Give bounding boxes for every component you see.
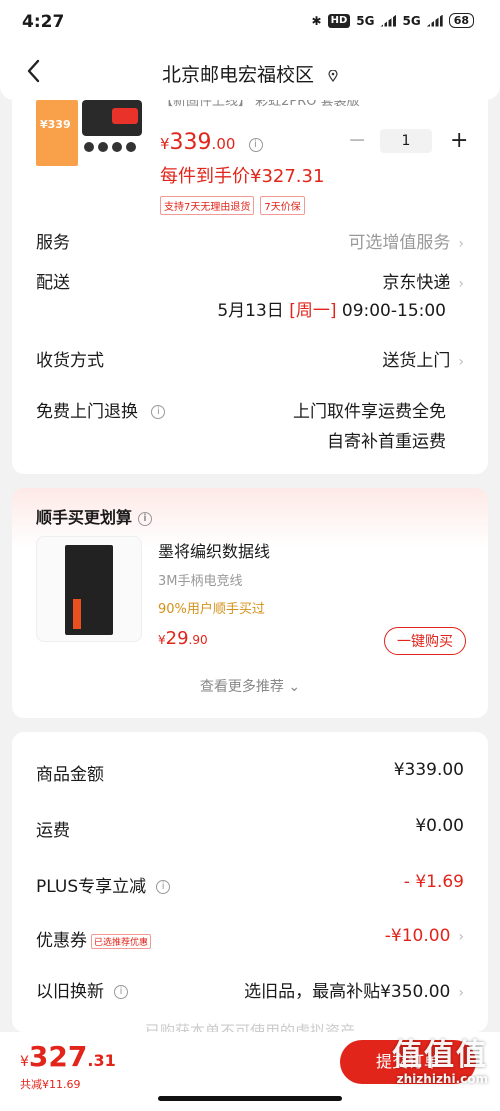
navigation-bar: 北京邮电宏福校区 <box>0 44 500 100</box>
recommend-product-image[interactable] <box>36 536 142 642</box>
image-price-text: ¥339 <box>40 118 71 131</box>
recommend-title: 顺手买更划算 i <box>36 504 153 528</box>
signal-icon <box>380 14 397 27</box>
goods-amount-value: ¥339.00 <box>393 760 464 780</box>
delivery-day: 5月13日 <box>217 301 284 321</box>
service-value: 可选增值服务 <box>348 233 451 253</box>
location-pin-icon <box>328 69 338 82</box>
coupon-value: -¥10.00 <box>384 926 451 946</box>
bluetooth-icon: ✱ <box>311 13 322 28</box>
recommend-percent: 90%用户顺手买过 <box>158 602 265 617</box>
delivery-time: 09:00-15:00 <box>341 301 446 321</box>
chevron-right-icon: › <box>458 985 464 1001</box>
service-label: 服务 <box>36 233 70 253</box>
receive-label: 收货方式 <box>36 351 104 371</box>
chevron-right-icon: › <box>458 276 464 292</box>
service-tags: 支持7天无理由退货 7天价保 <box>160 196 305 215</box>
one-click-buy-button[interactable]: 一键购买 <box>384 627 466 655</box>
status-bar: 4:27 ✱ HD 5G 5G 68 <box>0 0 500 44</box>
quantity-input[interactable]: 1 <box>380 128 432 153</box>
price-info-icon[interactable]: i <box>248 137 263 152</box>
address-title-text: 北京邮电宏福校区 <box>161 64 314 86</box>
tag-price-protect: 7天价保 <box>260 196 305 215</box>
plus-discount-label: PLUS专享立减 <box>36 877 147 897</box>
coupon-tag: 已选推荐优惠 <box>91 933 152 949</box>
recommend-card: 顺手买更划算 i 墨将编织数据线 3M手柄电竞线 90%用户顺手买过 ¥29.90… <box>12 488 488 718</box>
delivery-weekday: [周一] <box>289 301 337 321</box>
trade-in-label: 以旧换新 <box>36 982 104 1002</box>
address-title[interactable]: 北京邮电宏福校区 <box>0 60 500 87</box>
watermark-logo-text: 值值值 <box>392 1038 488 1073</box>
status-icons: ✱ HD 5G 5G 68 <box>312 13 474 28</box>
return-label: 免费上门退换 <box>36 402 138 422</box>
chevron-right-icon: › <box>458 929 464 945</box>
accessory-images <box>84 142 140 154</box>
signal-icon-2 <box>426 14 443 27</box>
status-time: 4:27 <box>22 12 65 32</box>
watermark-url: zhizhizhi.com <box>396 1072 488 1086</box>
product-promo-image: ¥339 <box>36 100 78 166</box>
product-title[interactable]: 【新固件上线】 彩虹2PRO 套装版 <box>160 100 360 109</box>
network-5g-label: 5G <box>356 13 375 28</box>
recommend-sub: 3M手柄电竞线 <box>158 574 243 589</box>
product-price: ¥339.00 i <box>160 130 263 155</box>
plus-discount-label-wrap: PLUS专享立减 i <box>36 872 171 897</box>
total-price: ¥327.31 <box>20 1040 116 1073</box>
final-price: 每件到手价¥327.31 <box>160 166 325 187</box>
gamepad-image <box>82 100 142 136</box>
shipping-value: ¥0.00 <box>415 816 464 836</box>
increase-button[interactable]: + <box>450 128 468 153</box>
receive-row[interactable]: 送货上门 › <box>382 346 464 371</box>
chevron-right-icon: › <box>458 354 464 370</box>
tag-7day-return: 支持7天无理由退货 <box>160 196 255 215</box>
plus-info-icon[interactable]: i <box>156 880 171 894</box>
recommend-price: ¥29.90 <box>158 628 208 649</box>
return-value-1: 上门取件享运费全免 <box>293 402 446 422</box>
chevron-down-icon: ⌄ <box>288 679 301 695</box>
chevron-right-icon: › <box>458 236 464 252</box>
hd-badge: HD <box>327 13 351 28</box>
price-integer: 339 <box>169 130 212 155</box>
return-value-2: 自寄补首重运费 <box>327 432 446 452</box>
battery-icon: 68 <box>448 13 474 28</box>
trade-in-value: 选旧品，最高补贴¥350.00 <box>244 982 451 1002</box>
service-row[interactable]: 可选增值服务 › <box>348 228 464 253</box>
price-decimal: .00 <box>211 135 236 153</box>
delivery-date[interactable]: 5月13日 [周一] 09:00-15:00 <box>217 296 446 321</box>
home-indicator[interactable] <box>158 1096 342 1101</box>
delivery-row[interactable]: 京东快递 › <box>382 268 464 293</box>
site-watermark: 值值值 zhizhizhi.com <box>392 1030 488 1086</box>
shipping-label: 运费 <box>36 821 70 841</box>
plus-discount-value: - ¥1.69 <box>403 872 464 892</box>
product-image[interactable]: ¥339 <box>36 100 146 170</box>
recommend-name[interactable]: 墨将编织数据线 <box>158 538 270 562</box>
goods-amount-label: 商品金额 <box>36 765 104 785</box>
coupon-label: 优惠券 <box>36 931 87 951</box>
trade-in-info-icon[interactable]: i <box>114 985 128 999</box>
network-5g-label-2: 5G <box>402 13 421 28</box>
return-info-icon[interactable]: i <box>151 405 166 419</box>
recommend-info-icon[interactable]: i <box>138 511 153 526</box>
total-saved: 共减¥11.69 <box>20 1078 81 1091</box>
return-label-row: 免费上门退换 i <box>36 397 166 422</box>
receive-value: 送货上门 <box>382 351 451 371</box>
more-recommend-link[interactable]: 查看更多推荐 ⌄ <box>12 676 488 696</box>
decrease-button[interactable]: − <box>348 128 366 153</box>
price-summary-card: 商品金额 ¥339.00 运费 ¥0.00 PLUS专享立减 i - ¥1.69 … <box>12 732 488 1040</box>
delivery-value: 京东快递 <box>382 273 451 293</box>
order-product-card: ¥339 【新固件上线】 彩虹2PRO 套装版 ¥339.00 i − 1 + … <box>12 100 488 474</box>
quantity-stepper: − 1 + <box>348 128 468 153</box>
delivery-label: 配送 <box>36 273 70 293</box>
